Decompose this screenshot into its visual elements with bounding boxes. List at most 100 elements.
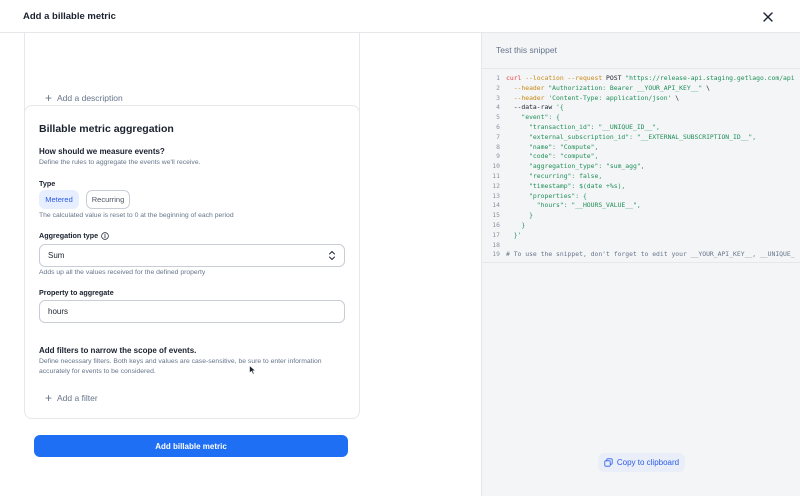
code-token: \ bbox=[671, 93, 680, 102]
snippet-panel: Test this snippet 1 curl --location --req… bbox=[481, 33, 800, 496]
line-number: 11 bbox=[492, 171, 500, 180]
line-number: 3 bbox=[496, 93, 500, 102]
code-token: "aggregation_type": "sum_agg", bbox=[506, 162, 645, 171]
line-number: 2 bbox=[496, 83, 500, 92]
aggregation-heading: Billable metric aggregation bbox=[39, 123, 174, 135]
close-icon[interactable] bbox=[759, 8, 777, 26]
line-number: 18 bbox=[492, 240, 500, 249]
add-description-label: Add a description bbox=[57, 93, 123, 103]
line-number: 15 bbox=[492, 211, 500, 220]
line-number: 13 bbox=[492, 191, 500, 200]
code-token: "Authorization: Bearer __YOUR_API_KEY__" bbox=[544, 83, 703, 92]
code-token: '{ bbox=[556, 103, 564, 112]
code-line: 9 "code": "compute", bbox=[482, 152, 800, 162]
info-icon[interactable] bbox=[101, 231, 109, 240]
copy-to-clipboard-button[interactable]: Copy to clipboard bbox=[598, 453, 685, 472]
code-token: }' bbox=[506, 230, 522, 239]
code-token: curl bbox=[506, 74, 522, 82]
code-token: POST bbox=[602, 74, 626, 82]
aggregation-type-label: Aggregation type bbox=[39, 231, 99, 240]
line-number: 14 bbox=[492, 201, 500, 210]
plus-icon: + bbox=[45, 91, 53, 105]
aggregation-card: Billable metric aggregation How should w… bbox=[24, 105, 360, 419]
code-line: 8 "name": "Compute", bbox=[482, 143, 800, 153]
code-token: } bbox=[506, 220, 526, 229]
copy-icon bbox=[604, 458, 613, 467]
aggregation-type-value: Sum bbox=[48, 251, 65, 260]
line-number: 6 bbox=[496, 122, 500, 131]
line-number: 5 bbox=[496, 113, 500, 122]
code-line: 4 --data-raw '{ bbox=[482, 103, 800, 113]
plus-icon: + bbox=[45, 391, 53, 405]
code-token: "name": "Compute", bbox=[506, 142, 599, 151]
code-token: --data-raw bbox=[506, 103, 557, 112]
type-option-metered[interactable]: Metered bbox=[39, 190, 79, 209]
modal-title: Add a billable metric bbox=[23, 11, 116, 22]
code-token: "recurring": false, bbox=[506, 171, 603, 180]
code-line: 11 "recurring": false, bbox=[482, 172, 800, 182]
code-line: 13 "properties": { bbox=[482, 192, 800, 202]
code-token: --header bbox=[506, 83, 545, 92]
add-billable-metric-button[interactable]: Add billable metric bbox=[34, 435, 348, 457]
code-line: 17 }' bbox=[482, 231, 800, 241]
line-number: 12 bbox=[492, 181, 500, 190]
measure-heading: How should we measure events? bbox=[39, 147, 165, 156]
copy-label: Copy to clipboard bbox=[616, 458, 680, 467]
divider bbox=[482, 68, 800, 69]
filters-help-line-2: accurately for events to be considered. bbox=[39, 368, 156, 375]
mouse-cursor-icon bbox=[249, 365, 257, 375]
add-filter-button[interactable]: + Add a filter bbox=[45, 392, 98, 404]
code-token: --location --request bbox=[521, 74, 603, 82]
modal-header: Add a billable metric bbox=[0, 0, 800, 33]
code-token: "external_subscription_id": "__EXTERNAL_… bbox=[506, 132, 757, 141]
code-line: 3 --header 'Content-Type: application/js… bbox=[482, 94, 800, 104]
line-number: 16 bbox=[492, 220, 500, 229]
measure-help: Define the rules to aggregate the events… bbox=[39, 159, 201, 166]
type-option-recurring[interactable]: Recurring bbox=[86, 190, 130, 209]
code-token: } bbox=[506, 211, 533, 220]
code-token: "properties": { bbox=[506, 191, 587, 200]
code-line: 2 --header "Authorization: Bearer __YOUR… bbox=[482, 84, 800, 94]
code-line: 14 "hours": "__HOURS_VALUE__", bbox=[482, 201, 800, 211]
form-panel: + Add a description Billable metric aggr… bbox=[0, 33, 481, 496]
code-line: 15 } bbox=[482, 211, 800, 221]
property-input[interactable]: hours bbox=[39, 300, 345, 323]
type-help: The calculated value is reset to 0 at th… bbox=[39, 212, 234, 219]
code-snippet[interactable]: 1 curl --location --request POST "https:/… bbox=[482, 74, 800, 260]
code-line: 18 bbox=[482, 241, 800, 251]
code-token: "code": "compute", bbox=[506, 152, 599, 161]
line-number: 9 bbox=[496, 152, 500, 161]
type-label: Type bbox=[39, 179, 56, 188]
line-number: 1 bbox=[496, 74, 500, 82]
line-number: 7 bbox=[496, 132, 500, 141]
code-token: "timestamp": $(date +%s), bbox=[506, 181, 626, 190]
line-number: 10 bbox=[492, 162, 500, 171]
aggregation-type-select[interactable]: Sum bbox=[39, 244, 345, 267]
aggregation-type-help: Adds up all the values received for the … bbox=[39, 269, 206, 276]
add-description-button[interactable]: + Add a description bbox=[45, 92, 123, 104]
code-line: 10 "aggregation_type": "sum_agg", bbox=[482, 162, 800, 172]
code-line: 16 } bbox=[482, 221, 800, 231]
code-token: "hours": "__HOURS_VALUE__", bbox=[506, 201, 641, 210]
property-value: hours bbox=[48, 307, 69, 316]
code-line: 19 # To use the snippet, don't forget to … bbox=[482, 250, 800, 260]
code-line: 5 "event": { bbox=[482, 113, 800, 123]
code-line: 6 "transaction_id": "__UNIQUE_ID__", bbox=[482, 123, 800, 133]
filters-heading: Add filters to narrow the scope of event… bbox=[39, 346, 197, 355]
divider bbox=[482, 262, 800, 263]
line-number: 4 bbox=[496, 103, 500, 112]
code-token: "event": { bbox=[506, 113, 560, 122]
code-line: 1 curl --location --request POST "https:/… bbox=[482, 74, 800, 84]
filters-help-line-1: Define necessary filters. Both keys and … bbox=[39, 358, 322, 365]
line-number: 19 bbox=[492, 250, 500, 259]
code-line: 7 "external_subscription_id": "__EXTERNA… bbox=[482, 133, 800, 143]
code-line: 12 "timestamp": $(date +%s), bbox=[482, 182, 800, 192]
code-token: "https://release-api.staging.getlago.com… bbox=[625, 74, 795, 82]
code-token: # To use the snippet, don't forget to ed… bbox=[506, 250, 795, 259]
code-token: \ bbox=[702, 83, 710, 92]
snippet-title: Test this snippet bbox=[496, 45, 557, 55]
line-number: 8 bbox=[496, 142, 500, 151]
line-number: 17 bbox=[492, 230, 500, 239]
code-token: "transaction_id": "__UNIQUE_ID__", bbox=[506, 122, 660, 131]
property-label: Property to aggregate bbox=[39, 288, 114, 297]
